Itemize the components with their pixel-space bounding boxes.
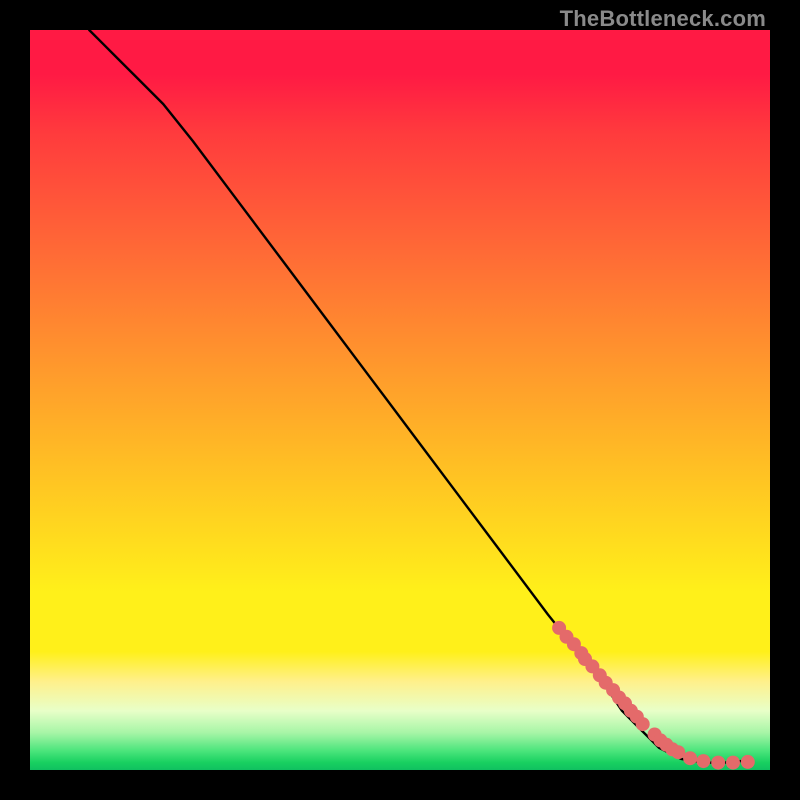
watermark-text: TheBottleneck.com [560, 6, 766, 32]
data-marker [636, 717, 650, 731]
data-markers-group [552, 621, 755, 770]
data-marker [696, 754, 710, 768]
data-marker [741, 755, 755, 769]
data-marker [726, 756, 740, 770]
data-marker [683, 751, 697, 765]
chart-overlay-svg [30, 30, 770, 770]
data-marker [711, 756, 725, 770]
bottleneck-curve-line [89, 30, 748, 763]
plot-area [30, 30, 770, 770]
chart-stage: TheBottleneck.com [0, 0, 800, 800]
data-marker [671, 745, 685, 759]
